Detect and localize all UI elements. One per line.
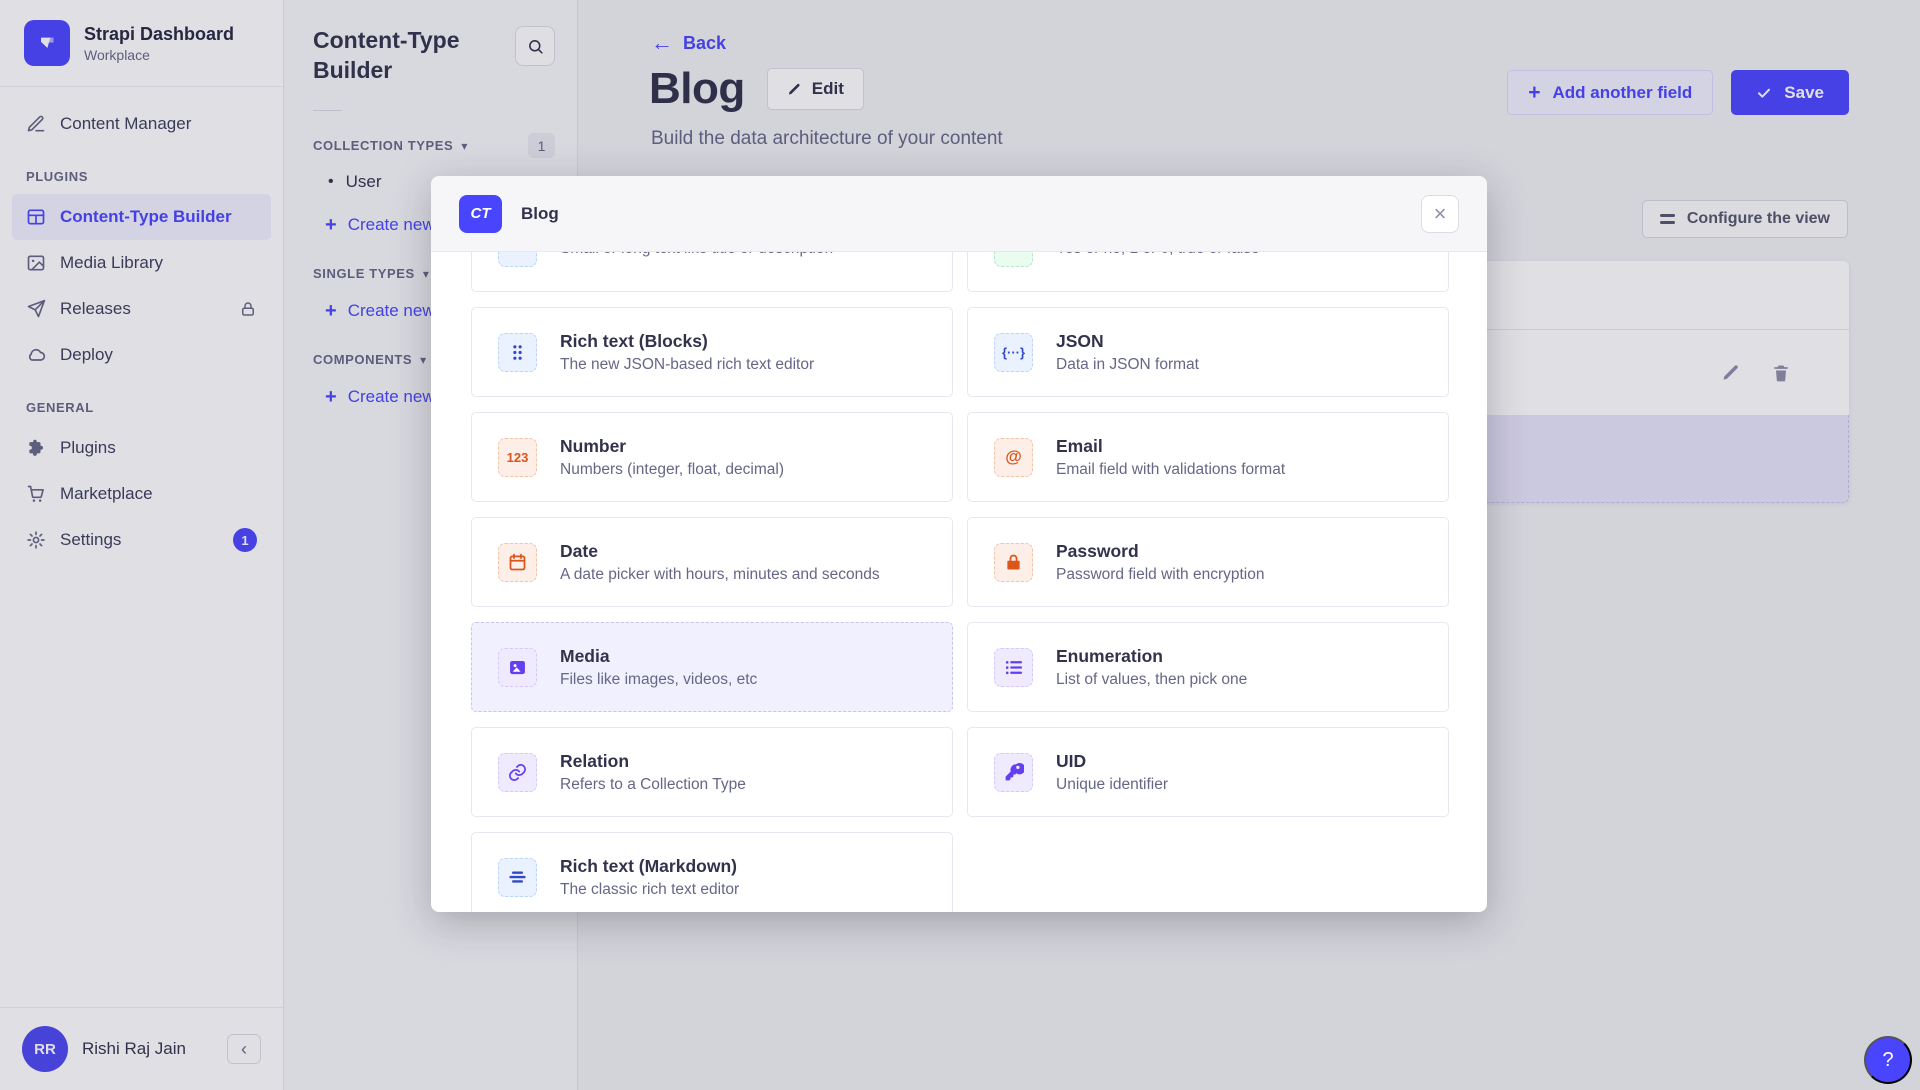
close-modal-button[interactable]: × xyxy=(1421,195,1459,233)
field-type-title: Relation xyxy=(560,751,746,772)
modal-title: Blog xyxy=(521,204,559,224)
field-type-title: Rich text (Markdown) xyxy=(560,856,739,877)
field-type-card-media[interactable]: Media Files like images, videos, etc xyxy=(471,622,953,712)
relation-icon xyxy=(498,753,537,792)
field-type-title: Password xyxy=(1056,541,1265,562)
field-type-description: Small or long text like title or descrip… xyxy=(560,252,833,258)
content-type-badge: CT xyxy=(459,195,502,233)
close-icon: × xyxy=(1434,203,1447,225)
field-type-title: Date xyxy=(560,541,880,562)
date-icon xyxy=(498,543,537,582)
field-type-description: The classic rich text editor xyxy=(560,881,739,899)
field-type-description: A date picker with hours, minutes and se… xyxy=(560,566,880,584)
field-type-description: Refers to a Collection Type xyxy=(560,776,746,794)
field-type-title: UID xyxy=(1056,751,1168,772)
blocks-icon xyxy=(498,333,537,372)
field-type-card-date[interactable]: Date A date picker with hours, minutes an… xyxy=(471,517,953,607)
field-type-card-json[interactable]: {···} JSON Data in JSON format xyxy=(967,307,1449,397)
select-field-modal: CT Blog × Small or long text like title … xyxy=(431,176,1487,912)
field-type-title: JSON xyxy=(1056,331,1199,352)
field-icon xyxy=(994,252,1033,267)
field-type-title: Number xyxy=(560,436,784,457)
field-type-description: Unique identifier xyxy=(1056,776,1168,794)
password-icon xyxy=(994,543,1033,582)
field-type-card-rich-text-blocks[interactable]: Rich text (Blocks) The new JSON-based ric… xyxy=(471,307,953,397)
field-type-title: Media xyxy=(560,646,757,667)
field-type-title: Email xyxy=(1056,436,1285,457)
field-type-card-clipped[interactable]: Small or long text like title or descrip… xyxy=(471,252,953,292)
field-type-description: Files like images, videos, etc xyxy=(560,671,757,689)
field-type-card-clipped[interactable]: Yes or no, 1 or 0, true or false xyxy=(967,252,1449,292)
uid-icon xyxy=(994,753,1033,792)
field-type-card-relation[interactable]: Relation Refers to a Collection Type xyxy=(471,727,953,817)
question-mark-icon: ? xyxy=(1882,1049,1893,1072)
field-type-card-enumeration[interactable]: Enumeration List of values, then pick one xyxy=(967,622,1449,712)
modal-header: CT Blog × xyxy=(431,176,1487,252)
field-type-card-number[interactable]: 123 Number Numbers (integer, float, decima… xyxy=(471,412,953,502)
field-type-description: Numbers (integer, float, decimal) xyxy=(560,461,784,479)
enum-icon xyxy=(994,648,1033,687)
json-icon: {···} xyxy=(994,333,1033,372)
field-icon xyxy=(498,252,537,267)
field-type-card-uid[interactable]: UID Unique identifier xyxy=(967,727,1449,817)
field-type-card-email[interactable]: @ Email Email field with validations forma… xyxy=(967,412,1449,502)
field-type-description: Email field with validations format xyxy=(1056,461,1285,479)
field-type-description: Data in JSON format xyxy=(1056,356,1199,374)
email-icon: @ xyxy=(994,438,1033,477)
field-type-description: Yes or no, 1 or 0, true or false xyxy=(1056,252,1260,258)
markdown-icon xyxy=(498,858,537,897)
number-icon: 123 xyxy=(498,438,537,477)
field-type-description: The new JSON-based rich text editor xyxy=(560,356,814,374)
modal-body: Small or long text like title or descrip… xyxy=(431,252,1487,912)
field-type-title: Enumeration xyxy=(1056,646,1247,667)
field-type-description: Password field with encryption xyxy=(1056,566,1265,584)
field-type-card-password[interactable]: Password Password field with encryption xyxy=(967,517,1449,607)
field-type-title: Rich text (Blocks) xyxy=(560,331,814,352)
field-type-description: List of values, then pick one xyxy=(1056,671,1247,689)
help-button[interactable]: ? xyxy=(1864,1036,1912,1084)
media-icon xyxy=(498,648,537,687)
field-type-card-rich-text-markdown[interactable]: Rich text (Markdown) The classic rich tex… xyxy=(471,832,953,912)
